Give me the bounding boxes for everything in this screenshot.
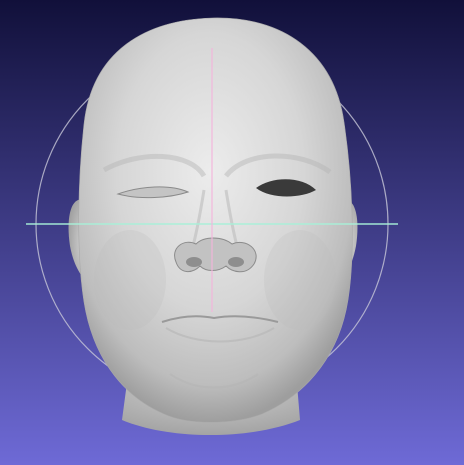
face-model[interactable]	[68, 17, 358, 435]
viewport-canvas[interactable]	[0, 0, 464, 465]
nose-base	[174, 237, 257, 273]
left-nostril	[186, 257, 202, 267]
3d-viewport[interactable]	[0, 0, 464, 465]
head-mesh	[78, 17, 353, 423]
left-cheek-shade	[94, 230, 166, 330]
right-cheek-shade	[264, 230, 336, 330]
right-nostril	[228, 257, 244, 267]
